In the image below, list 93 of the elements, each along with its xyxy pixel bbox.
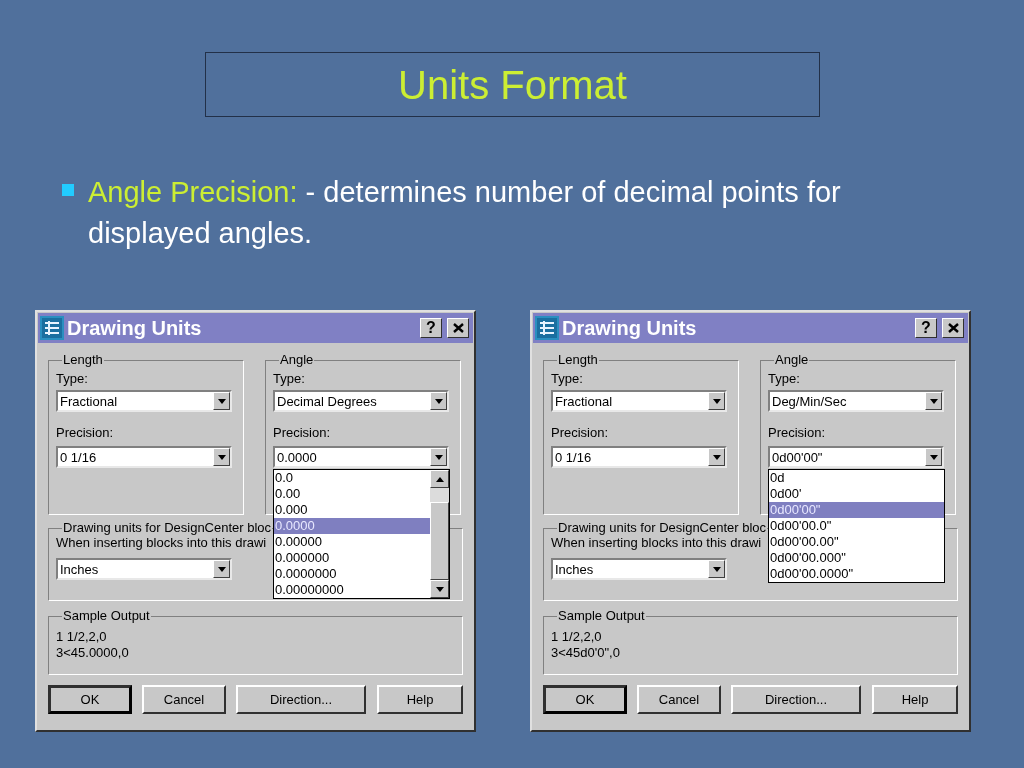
sample-output-line: 1 1/2,2,0 [56,629,108,645]
help-button[interactable]: ? [915,318,937,338]
dropdown-arrow-button[interactable] [430,392,447,410]
precision-label: Precision: [273,425,331,440]
group-label: Angle [774,353,810,367]
sample-output-line: 3<45.0000,0 [56,645,130,661]
down-arrow-icon [712,454,721,460]
sample-output-line: 3<45d0'0",0 [551,645,621,661]
type-label: Type: [551,371,584,387]
dialog-button[interactable]: Cancel [142,685,226,714]
dropdown-arrow-button[interactable] [708,448,725,466]
down-arrow-icon [712,398,721,404]
length-type-dropdown[interactable]: Fractional [56,390,232,412]
scroll-down-button[interactable] [430,580,449,598]
dropdown-arrow-button[interactable] [708,560,725,578]
type-label: Type: [273,371,306,387]
list-option[interactable]: 0d00'00.0" [769,518,944,534]
dropdown-arrow-button[interactable] [708,392,725,410]
list-option[interactable]: 0.00000 [274,534,430,550]
scrollbar[interactable] [430,470,449,598]
group-label: Drawing units for DesignCenter bloc [62,521,273,535]
window-title: Drawing Units [67,318,203,338]
dropdown-arrow-button[interactable] [925,392,942,410]
dialog-button[interactable]: Cancel [637,685,721,714]
down-arrow-icon [434,398,443,404]
length-precision-dropdown[interactable]: 0 1/16 [551,446,727,468]
length-type-dropdown[interactable]: Fractional [551,390,727,412]
scroll-track[interactable] [430,488,449,502]
type-label: Type: [768,371,801,387]
app-icon [535,316,559,340]
list-option[interactable]: 0d00'00.0000" [769,566,944,582]
close-button[interactable] [942,318,964,338]
down-arrow-icon [434,454,443,460]
sample-output-line: 1 1/2,2,0 [551,629,603,645]
group-label: Length [557,353,599,367]
group-label: Sample Output [62,609,151,623]
list-option[interactable]: 0d [769,470,944,486]
down-arrow-icon [929,454,938,460]
group-label: Sample Output [557,609,646,623]
scroll-thumb[interactable] [430,502,449,580]
list-option[interactable]: 0.00000000 [274,582,430,598]
down-arrow-icon [217,566,226,572]
down-arrow-icon [929,398,938,404]
dropdown-arrow-button[interactable] [213,392,230,410]
bullet-icon [62,184,74,196]
down-arrow-icon [435,586,444,592]
app-icon [40,316,64,340]
list-option[interactable]: 0.0 [274,470,430,486]
bullet-text: Angle Precision: - determines number of decimal points for displayed angles. [88,175,842,251]
list-option[interactable]: 0.000 [274,502,430,518]
list-option[interactable]: 0.000000 [274,550,430,566]
insert-units-dropdown[interactable]: Inches [551,558,727,580]
down-arrow-icon [217,398,226,404]
down-arrow-icon [712,566,721,572]
list-option[interactable]: 0.00 [274,486,430,502]
insert-prompt: When inserting blocks into this drawi [56,535,267,551]
slide-title: Units Format [398,64,627,105]
type-label: Type: [56,371,89,387]
close-icon [947,323,959,333]
length-precision-dropdown[interactable]: 0 1/16 [56,446,232,468]
close-button[interactable] [447,318,469,338]
close-icon [452,323,464,333]
group-label: Drawing units for DesignCenter bloc [557,521,768,535]
angle-type-dropdown[interactable]: Decimal Degrees [273,390,449,412]
dialog-button[interactable]: Direction... [731,685,861,714]
list-option[interactable]: 0.0000000 [274,566,430,582]
window-title: Drawing Units [562,318,698,338]
dialog-button[interactable]: Help [872,685,958,714]
dropdown-arrow-button[interactable] [213,448,230,466]
dialog-button[interactable]: Direction... [236,685,366,714]
precision-label: Precision: [768,425,826,440]
dropdown-arrow-button[interactable] [430,448,447,466]
group-label: Angle [279,353,315,367]
list-option[interactable]: 0d00'00.00" [769,534,944,550]
angle-precision-dropdown[interactable]: 0.0000 [273,446,449,468]
angle-type-dropdown[interactable]: Deg/Min/Sec [768,390,944,412]
dropdown-arrow-button[interactable] [213,560,230,578]
group-label: Length [62,353,104,367]
dialog-button[interactable]: OK [48,685,132,714]
scroll-up-button[interactable] [430,470,449,488]
list-option[interactable]: 0d00'00.000" [769,550,944,566]
dialog-button[interactable]: Help [377,685,463,714]
dropdown-arrow-button[interactable] [925,448,942,466]
down-arrow-icon [217,454,226,460]
insert-units-dropdown[interactable]: Inches [56,558,232,580]
insert-prompt: When inserting blocks into this drawi [551,535,762,551]
up-arrow-icon [435,476,444,482]
dialog-button[interactable]: OK [543,685,627,714]
precision-label: Precision: [551,425,609,440]
angle-precision-dropdown[interactable]: 0d00'00" [768,446,944,468]
help-button[interactable]: ? [420,318,442,338]
precision-label: Precision: [56,425,114,440]
list-option[interactable]: 0d00' [769,486,944,502]
